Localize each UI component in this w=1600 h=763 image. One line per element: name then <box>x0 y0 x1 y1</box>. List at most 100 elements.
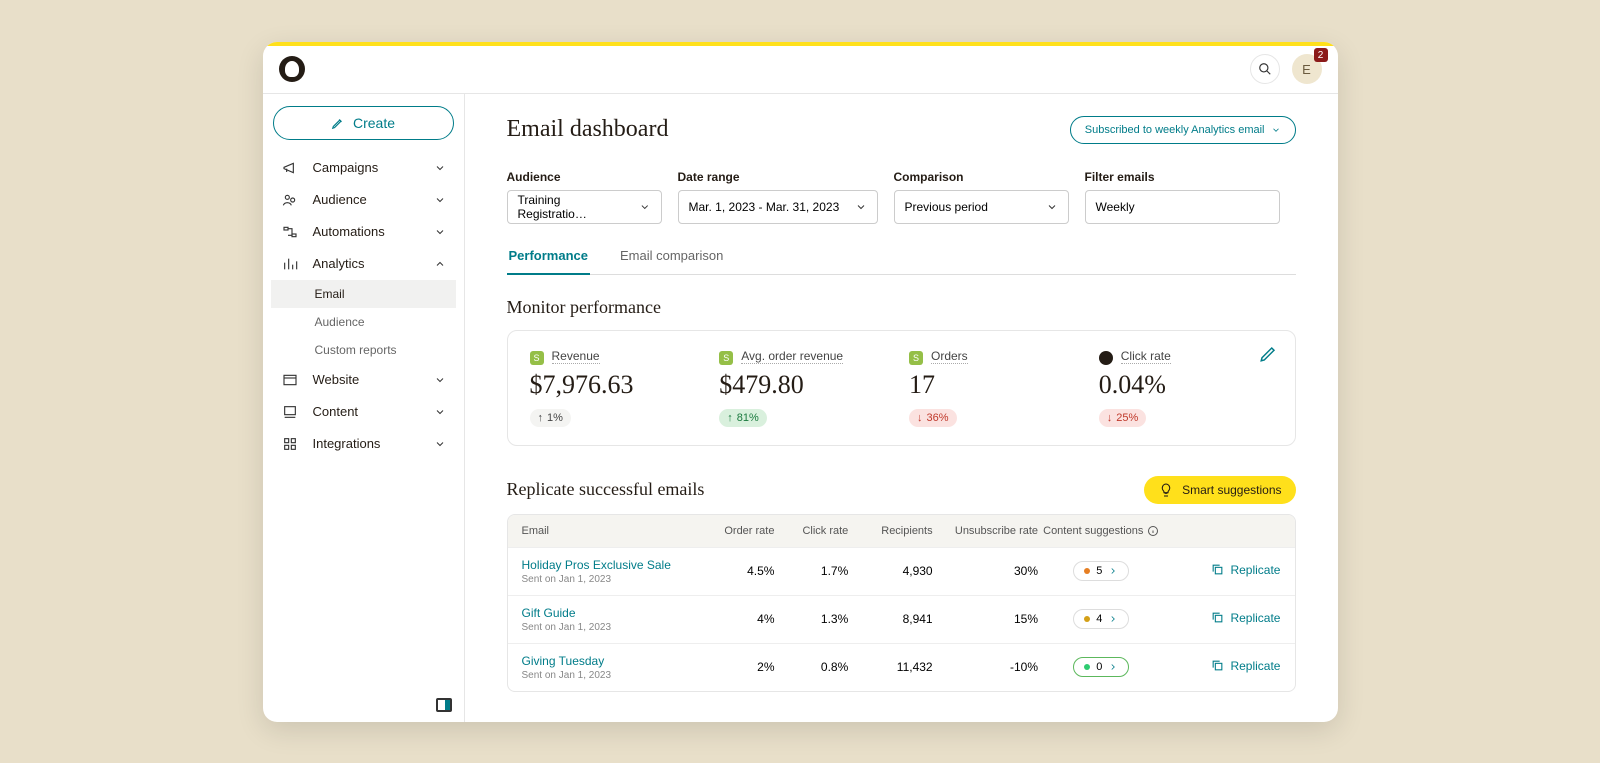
sidebar: Create Campaigns Audience Automations An… <box>263 94 465 722</box>
suggestions-pill[interactable]: 0 <box>1073 657 1129 677</box>
chevron-down-icon <box>1046 201 1058 213</box>
sugg-count: 5 <box>1096 565 1102 577</box>
email-sent: Sent on Jan 1, 2023 <box>522 622 701 633</box>
select-value: Training Registratio… <box>518 193 629 221</box>
tab-email-comparison[interactable]: Email comparison <box>618 248 725 274</box>
tabs: Performance Email comparison <box>507 248 1296 275</box>
sidebar-item-audience[interactable]: Audience <box>271 184 456 216</box>
replicate-label: Replicate <box>1230 563 1280 577</box>
chevron-down-icon <box>434 406 446 418</box>
suggestions-pill[interactable]: 5 <box>1073 561 1129 581</box>
arrow-down-icon: ↓ <box>1107 412 1113 424</box>
sidebar-item-automations[interactable]: Automations <box>271 216 456 248</box>
sidebar-sub-custom-reports[interactable]: Custom reports <box>271 336 456 364</box>
copy-icon <box>1211 659 1224 672</box>
shopify-icon: S <box>909 351 923 365</box>
sidebar-item-label: Campaigns <box>313 160 379 175</box>
filter-audience: Audience Training Registratio… <box>507 170 662 224</box>
main-content: Email dashboard Subscribed to weekly Ana… <box>465 94 1338 722</box>
search-button[interactable] <box>1250 54 1280 84</box>
date-range-select[interactable]: Mar. 1, 2023 - Mar. 31, 2023 <box>678 190 878 224</box>
cell-suggestions: 5 <box>1038 561 1165 581</box>
th-click-rate: Click rate <box>774 525 848 537</box>
grid-icon <box>282 436 298 452</box>
select-value: Previous period <box>905 200 988 214</box>
status-dot-icon <box>1084 568 1090 574</box>
chevron-down-icon <box>434 438 446 450</box>
app-window: E 2 Create Campaigns Audience <box>263 42 1338 722</box>
metric-delta: ↑81% <box>719 409 767 427</box>
email-link[interactable]: Giving Tuesday <box>522 654 701 668</box>
replicate-button[interactable]: Replicate <box>1211 659 1280 673</box>
delta-value: 36% <box>927 412 949 424</box>
cell-email: Gift Guide Sent on Jan 1, 2023 <box>522 606 701 633</box>
tab-performance[interactable]: Performance <box>507 248 590 275</box>
metric-delta: ↓36% <box>909 409 957 427</box>
create-label: Create <box>353 115 395 131</box>
email-link[interactable]: Holiday Pros Exclusive Sale <box>522 558 701 572</box>
email-sent: Sent on Jan 1, 2023 <box>522 670 701 681</box>
sidebar-item-website[interactable]: Website <box>271 364 456 396</box>
th-unsub: Unsubscribe rate <box>933 525 1038 537</box>
cell-unsub: 15% <box>933 612 1038 626</box>
replicate-title: Replicate successful emails <box>507 479 705 500</box>
shopify-icon: S <box>719 351 733 365</box>
subscribe-label: Subscribed to weekly Analytics email <box>1085 124 1265 136</box>
delta-value: 81% <box>737 412 759 424</box>
edit-metrics-button[interactable] <box>1259 345 1277 363</box>
sidebar-item-analytics[interactable]: Analytics <box>271 248 456 280</box>
chart-icon <box>282 256 298 272</box>
cell-order-rate: 4.5% <box>701 564 775 578</box>
people-icon <box>282 192 298 208</box>
content-icon <box>282 404 298 420</box>
app-body: Create Campaigns Audience Automations An… <box>263 94 1338 722</box>
metric-click-rate: Click rate 0.04% ↓25% <box>1099 349 1273 427</box>
select-value: Weekly <box>1096 200 1135 214</box>
sidebar-item-label: Analytics <box>313 256 365 271</box>
suggestions-pill[interactable]: 4 <box>1073 609 1129 629</box>
chevron-down-icon <box>1271 125 1281 135</box>
info-icon[interactable] <box>1147 525 1159 537</box>
status-dot-icon <box>1084 664 1090 670</box>
sidebar-item-label: Content <box>313 404 359 419</box>
metric-value: $7,976.63 <box>530 370 704 400</box>
chevron-down-icon <box>434 374 446 386</box>
comparison-select[interactable]: Previous period <box>894 190 1069 224</box>
chevron-down-icon <box>434 226 446 238</box>
sidebar-item-content[interactable]: Content <box>271 396 456 428</box>
metric-avg-order: SAvg. order revenue $479.80 ↑81% <box>719 349 893 427</box>
status-dot-icon <box>1084 616 1090 622</box>
notification-badge: 2 <box>1314 48 1328 62</box>
sidebar-sub-email[interactable]: Email <box>271 280 456 308</box>
sidebar-sub-audience[interactable]: Audience <box>271 308 456 336</box>
metric-orders: SOrders 17 ↓36% <box>909 349 1083 427</box>
email-sent: Sent on Jan 1, 2023 <box>522 574 701 585</box>
sidebar-item-label: Audience <box>313 192 367 207</box>
metric-revenue: SRevenue $7,976.63 ↑1% <box>530 349 704 427</box>
sugg-count: 0 <box>1096 661 1102 673</box>
filter-emails-input[interactable]: Weekly <box>1085 190 1280 224</box>
monitor-title: Monitor performance <box>507 297 1296 318</box>
mailchimp-logo[interactable] <box>279 56 305 82</box>
collapse-sidebar-button[interactable] <box>436 698 452 712</box>
table-header: Email Order rate Click rate Recipients U… <box>508 515 1295 547</box>
smart-suggestions-button[interactable]: Smart suggestions <box>1144 476 1295 504</box>
audience-select[interactable]: Training Registratio… <box>507 190 662 224</box>
sidebar-item-label: Integrations <box>313 436 381 451</box>
cell-click-rate: 1.7% <box>774 564 848 578</box>
profile-menu[interactable]: E 2 <box>1292 54 1322 84</box>
chevron-down-icon <box>855 201 867 213</box>
metric-value: $479.80 <box>719 370 893 400</box>
replicate-button[interactable]: Replicate <box>1211 563 1280 577</box>
sidebar-item-campaigns[interactable]: Campaigns <box>271 152 456 184</box>
pencil-icon <box>1259 345 1277 363</box>
replicate-button[interactable]: Replicate <box>1211 611 1280 625</box>
chevron-down-icon <box>434 194 446 206</box>
create-button[interactable]: Create <box>273 106 454 140</box>
cell-unsub: -10% <box>933 660 1038 674</box>
chevron-right-icon <box>1108 662 1118 672</box>
metric-label: Orders <box>931 349 968 364</box>
email-link[interactable]: Gift Guide <box>522 606 701 620</box>
sidebar-item-integrations[interactable]: Integrations <box>271 428 456 460</box>
subscribe-pill[interactable]: Subscribed to weekly Analytics email <box>1070 116 1296 144</box>
